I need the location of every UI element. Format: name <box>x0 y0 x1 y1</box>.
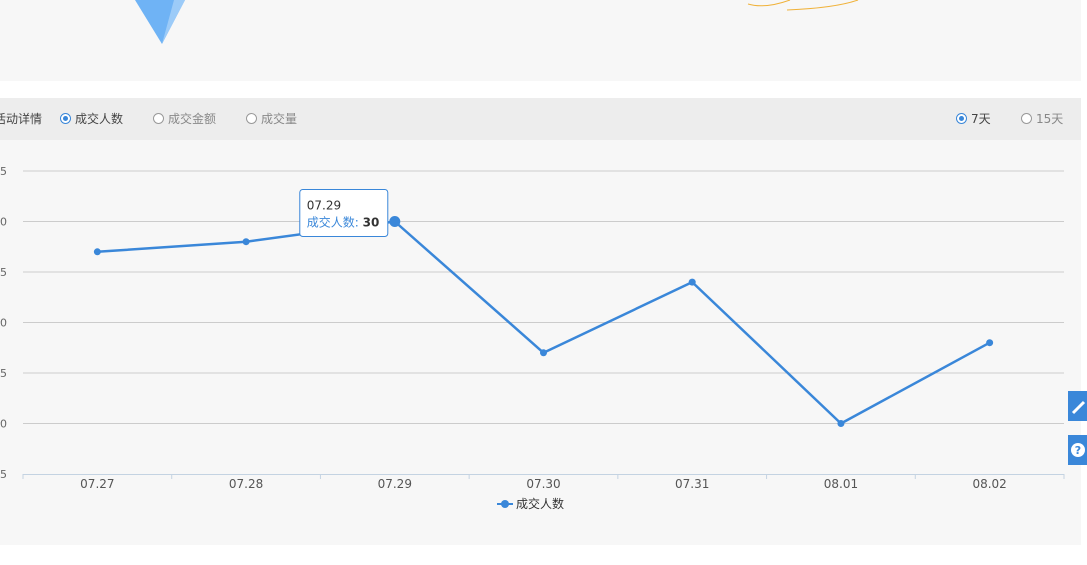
legend[interactable]: 成交人数 <box>497 496 564 511</box>
metric-radio-buyers[interactable]: 成交人数 <box>60 111 123 127</box>
question-icon: ? <box>1071 443 1085 457</box>
y-tick-label: 30 <box>0 216 7 229</box>
range-radio-7d[interactable]: 7天 <box>956 111 991 127</box>
x-tick-label: 07.29 <box>378 477 412 491</box>
x-tick-label: 08.01 <box>824 477 858 491</box>
tooltip-series-label: 成交人数: 30 <box>307 215 380 230</box>
tooltip-value: 30 <box>363 216 380 230</box>
y-tick-label: 25 <box>0 266 7 279</box>
legend-label: 成交人数 <box>516 496 564 511</box>
pencil-icon <box>1071 400 1086 415</box>
data-point <box>242 238 250 246</box>
data-point <box>986 339 994 347</box>
tooltip: 07.29 成交人数: 30 <box>299 189 389 237</box>
orange-swoosh-2 <box>786 0 859 11</box>
tooltip-category: 07.29 <box>307 199 341 213</box>
y-axis-ticks: 35 30 25 20 15 10 5 <box>0 165 7 481</box>
x-tick-label: 08.02 <box>972 477 1006 491</box>
y-tick-label: 10 <box>0 418 7 431</box>
y-tick-label: 15 <box>0 367 7 380</box>
banner-decoration <box>135 0 859 44</box>
x-tick-label: 07.27 <box>80 477 114 491</box>
radio-icon <box>153 113 164 124</box>
x-tick-label: 07.28 <box>229 477 263 491</box>
x-tick-label: 07.31 <box>675 477 709 491</box>
radio-checked-icon <box>956 113 967 124</box>
svg-text:?: ? <box>1075 444 1081 457</box>
data-point <box>688 278 696 286</box>
y-tick-label: 35 <box>0 165 7 178</box>
legend-marker <box>501 500 509 508</box>
x-axis: 07.27 07.28 07.29 07.30 07.31 08.01 08.02 <box>22 474 1065 491</box>
radio-checked-icon <box>60 113 71 124</box>
help-side-button[interactable]: ? <box>1068 435 1087 465</box>
metric-radio-amount[interactable]: 成交金额 <box>153 111 216 127</box>
radio-icon <box>1021 113 1032 124</box>
line-chart: 3530252015105 07.2707.2807.2907.3007.310… <box>0 165 1065 511</box>
data-point <box>93 248 101 256</box>
orange-swoosh <box>747 0 791 7</box>
y-tick-label: 20 <box>0 317 7 330</box>
y-tick-label: 5 <box>0 468 7 481</box>
metric-radio-volume[interactable]: 成交量 <box>246 111 297 127</box>
series-layer <box>93 216 994 427</box>
edit-side-button[interactable] <box>1068 391 1087 421</box>
data-point <box>389 216 401 227</box>
section-label: 活动详情 <box>0 112 43 126</box>
chart-toolbar: 活动详情 成交人数 成交金额 成交量 7天 15天 <box>0 98 1081 140</box>
grid-lines <box>23 170 1064 424</box>
data-point <box>540 349 547 357</box>
range-radio-15d[interactable]: 15天 <box>1021 111 1063 127</box>
x-tick-label: 07.30 <box>526 477 560 491</box>
data-point <box>837 420 845 427</box>
radio-icon <box>246 113 257 124</box>
top-banner <box>0 0 1081 81</box>
